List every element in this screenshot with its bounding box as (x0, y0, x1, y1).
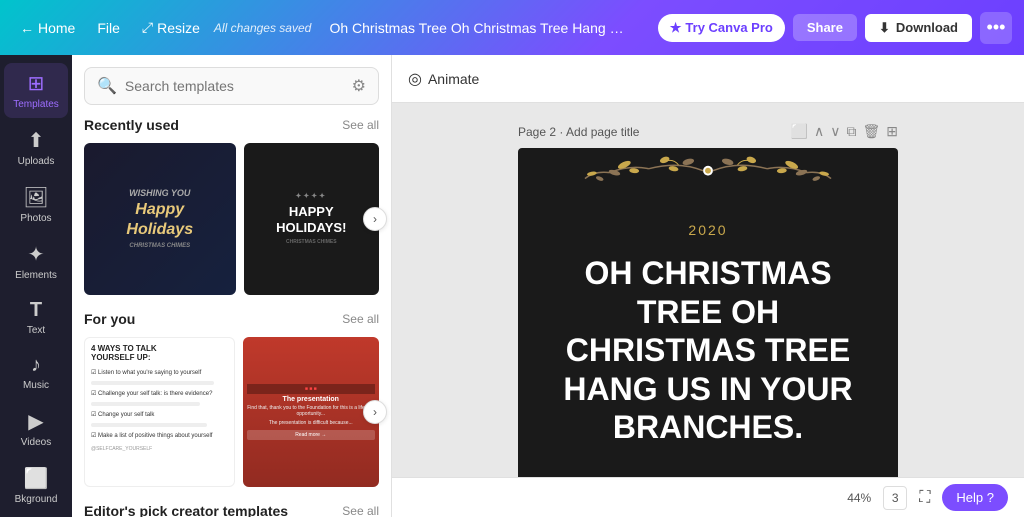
more-options-button[interactable]: ••• (980, 12, 1012, 44)
canvas-bottom: 44% 3 ⛶ Help ? (392, 477, 1024, 517)
search-input[interactable] (125, 78, 344, 94)
card-main-text: OH CHRISTMAS TREE OH CHRISTMAS TREE HANG… (548, 254, 868, 446)
recently-used-scroll-right[interactable]: › (363, 207, 387, 231)
download-icon: ⬇ (879, 20, 890, 36)
page-2-label: Page 2 · Add page title (518, 125, 639, 139)
sidebar-item-templates[interactable]: ⊞ Templates (4, 63, 68, 118)
uploads-icon: ⬆ (28, 128, 45, 153)
recently-used-header: Recently used See all (84, 117, 379, 133)
topbar-right: ★ Try Canva Pro Share ⬇ Download ••• (658, 12, 1012, 44)
animate-button[interactable]: ◎ Animate (408, 69, 479, 89)
recently-used-grid: WISHING YOU HappyHolidays CHRISTMAS CHIM… (84, 143, 379, 295)
sidebar-item-photos[interactable]: 🖼 Photos (4, 177, 68, 232)
videos-icon: ▶ (28, 409, 43, 434)
template-item[interactable]: WISHING YOU HappyHolidays CHRISTMAS CHIM… (84, 143, 236, 295)
templates-panel: 🔍 ⚙ Recently used See all WISHING YOU Ha… (72, 55, 392, 517)
christmas-card[interactable]: 2020 OH CHRISTMAS TREE OH CHRISTMAS TREE… (518, 148, 898, 477)
floral-decoration (580, 151, 836, 210)
text-icon: T (30, 299, 42, 322)
file-button[interactable]: File (89, 16, 128, 40)
help-label: Help ? (956, 490, 994, 505)
for-you-title: For you (84, 311, 135, 327)
delete-page-icon[interactable]: 🗑 (862, 123, 880, 140)
topbar: ← Home File ⤢ Resize All changes saved O… (0, 0, 1024, 55)
resize-label: Resize (157, 20, 200, 36)
download-label: Download (896, 20, 958, 35)
file-label: File (97, 20, 120, 36)
canvas-scroll[interactable]: Page 2 · Add page title ⬜ ∧ ∨ ⧉ 🗑 ⊞ (392, 103, 1024, 477)
template-item[interactable]: ■ ■ ■ The presentation Find that, thank … (243, 337, 380, 488)
page-indicator: 3 (883, 486, 907, 510)
sidebar-item-uploads[interactable]: ⬆ Uploads (4, 120, 68, 175)
canvas-toolbar: ◎ Animate (392, 55, 1024, 103)
more-icon: ••• (987, 17, 1006, 38)
resize-icon: ⤢ (142, 19, 153, 36)
editors-pick-section: Editor's pick creator templates See all … (72, 503, 391, 517)
for-you-grid: 4 WAYS TO TALKYOURSELF UP: ☑ Listen to w… (84, 337, 379, 488)
elements-icon: ✦ (28, 242, 45, 267)
doc-title: Oh Christmas Tree Oh Christmas Tree Hang… (329, 20, 629, 36)
topbar-left: ← Home File ⤢ Resize All changes saved (12, 15, 311, 40)
sidebar-label-templates: Templates (13, 99, 59, 110)
recently-used-see-all[interactable]: See all (342, 118, 379, 132)
saved-status: All changes saved (214, 21, 311, 35)
sidebar-label-elements: Elements (15, 270, 57, 281)
try-pro-label: Try Canva Pro (685, 20, 772, 35)
copy-page-icon[interactable]: ⬜ (791, 123, 808, 140)
download-button[interactable]: ⬇ Download (865, 14, 972, 42)
search-bar: 🔍 ⚙ (84, 67, 379, 105)
sidebar-item-text[interactable]: T Text (4, 291, 68, 344)
chevron-up-icon[interactable]: ∧ (814, 123, 824, 140)
main-layout: ⊞ Templates ⬆ Uploads 🖼 Photos ✦ Element… (0, 55, 1024, 517)
page-header-actions: ⬜ ∧ ∨ ⧉ 🗑 ⊞ (791, 123, 898, 140)
home-button[interactable]: ← Home (12, 16, 83, 40)
zoom-level: 44% (847, 491, 871, 505)
sidebar-item-videos[interactable]: ▶ Videos (4, 401, 68, 456)
chevron-down-icon[interactable]: ∨ (830, 123, 840, 140)
sidebar-item-background[interactable]: ⬜ Bkground (4, 458, 68, 513)
sidebar: ⊞ Templates ⬆ Uploads 🖼 Photos ✦ Element… (0, 55, 72, 517)
home-icon: ← (20, 20, 34, 36)
music-icon: ♪ (31, 354, 41, 377)
sidebar-label-text: Text (27, 325, 45, 336)
help-button[interactable]: Help ? (942, 484, 1008, 511)
canvas-area: ◎ Animate Page 2 · Add page title ⬜ ∧ ∨ … (392, 55, 1024, 517)
sidebar-item-music[interactable]: ♪ Music (4, 346, 68, 399)
for-you-section: For you See all 4 WAYS TO TALKYOURSELF U… (72, 311, 391, 504)
sidebar-label-background: Bkground (15, 494, 58, 505)
editors-pick-see-all[interactable]: See all (342, 504, 379, 517)
photos-icon: 🖼 (23, 185, 48, 210)
for-you-scroll-right[interactable]: › (363, 400, 387, 424)
recently-used-title: Recently used (84, 117, 179, 133)
template-item[interactable]: ✦✦✦✦ HAPPYHOLIDAYS! CHRISTMAS CHIMES (244, 143, 380, 295)
card-year: 2020 (688, 222, 727, 238)
filter-icon[interactable]: ⚙ (352, 76, 366, 96)
star-icon: ★ (670, 20, 682, 36)
sidebar-label-music: Music (23, 380, 49, 391)
sidebar-label-photos: Photos (20, 213, 51, 224)
try-pro-button[interactable]: ★ Try Canva Pro (658, 14, 785, 42)
editors-pick-header: Editor's pick creator templates See all (84, 503, 379, 517)
background-icon: ⬜ (24, 466, 49, 491)
recently-used-section: Recently used See all WISHING YOU HappyH… (72, 117, 391, 311)
for-you-header: For you See all (84, 311, 379, 327)
resize-button[interactable]: ⤢ Resize (134, 15, 208, 40)
share-button[interactable]: Share (793, 14, 857, 41)
fullscreen-button[interactable]: ⛶ (919, 489, 930, 507)
template-item[interactable]: 4 WAYS TO TALKYOURSELF UP: ☑ Listen to w… (84, 337, 235, 488)
animate-icon: ◎ (408, 69, 422, 89)
animate-label: Animate (428, 71, 479, 87)
for-you-see-all[interactable]: See all (342, 312, 379, 326)
editors-pick-title: Editor's pick creator templates (84, 503, 288, 517)
templates-icon: ⊞ (28, 71, 45, 96)
share-label: Share (807, 20, 843, 35)
sidebar-label-uploads: Uploads (18, 156, 55, 167)
sidebar-label-videos: Videos (21, 437, 51, 448)
add-page-icon[interactable]: ⊞ (886, 123, 898, 140)
sidebar-item-elements[interactable]: ✦ Elements (4, 234, 68, 289)
home-label: Home (38, 20, 75, 36)
duplicate-page-icon[interactable]: ⧉ (846, 123, 856, 140)
search-icon: 🔍 (97, 76, 117, 96)
page-2-header: Page 2 · Add page title ⬜ ∧ ∨ ⧉ 🗑 ⊞ (518, 123, 898, 140)
